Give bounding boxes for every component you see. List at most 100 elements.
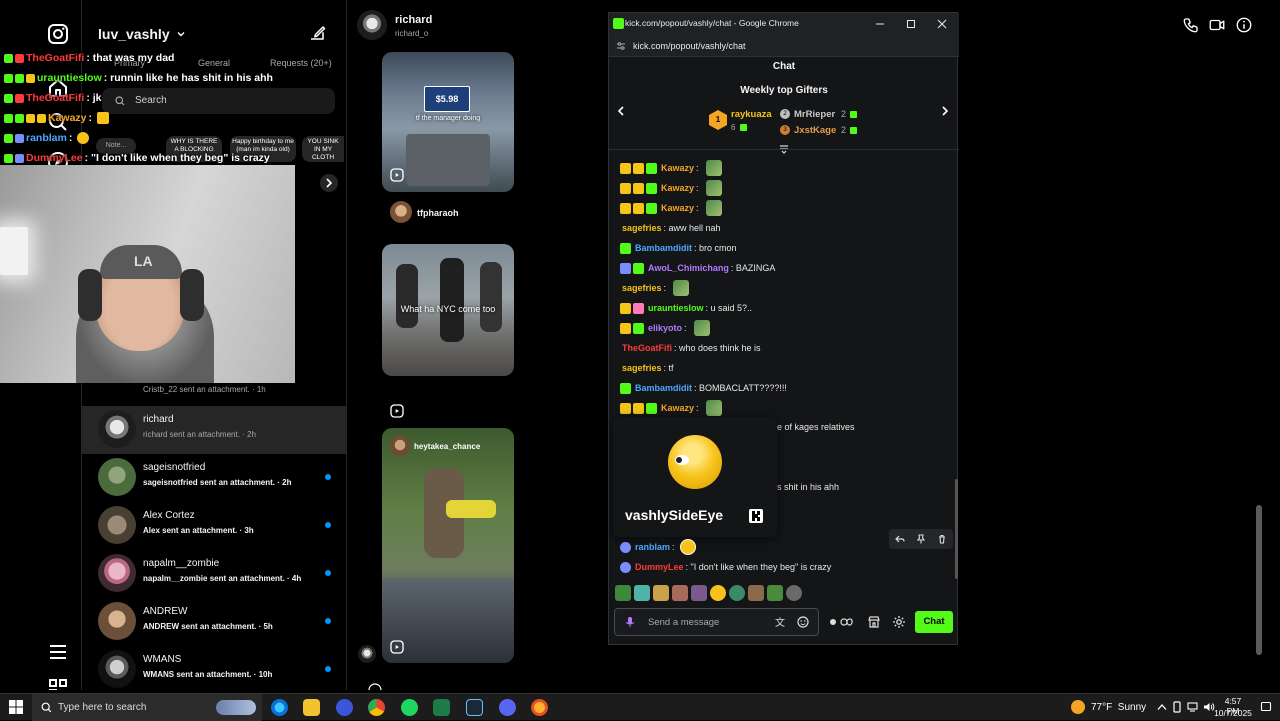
chat-username[interactable]: Bambamdidit — [635, 243, 692, 253]
chat-send-button[interactable]: Chat — [915, 611, 953, 633]
reel-author[interactable]: tfpharaoh — [417, 208, 459, 218]
instagram-icon[interactable] — [46, 22, 70, 46]
emote-button[interactable] — [691, 585, 707, 601]
scrollbar-thumb[interactable] — [955, 479, 958, 579]
steam-icon[interactable] — [466, 699, 483, 716]
minimize-icon[interactable] — [875, 19, 885, 29]
dm-row-sageisnotfried[interactable]: sageisnotfried sageisnotfried sent an at… — [82, 454, 346, 502]
emote-quick-bar — [615, 585, 815, 603]
chrome-icon[interactable] — [368, 699, 385, 716]
maximize-icon[interactable] — [906, 19, 916, 29]
avatar[interactable] — [390, 201, 412, 223]
video-call-icon[interactable] — [1208, 16, 1226, 34]
dm-name: richard — [143, 414, 174, 425]
vpn-icon[interactable] — [336, 699, 353, 716]
message-input-strip[interactable] — [357, 680, 1257, 690]
notification-icon[interactable] — [1260, 701, 1272, 713]
emote-button[interactable] — [786, 585, 802, 601]
emote-button[interactable] — [767, 585, 783, 601]
user-badge — [633, 402, 644, 414]
chat-username[interactable]: DummyLee — [635, 562, 684, 572]
chat-input[interactable]: Send a message 文 — [614, 608, 819, 636]
chat-username[interactable]: TheGoatFifi — [622, 343, 672, 353]
file-explorer-icon[interactable] — [303, 699, 320, 716]
excel-icon[interactable] — [433, 699, 450, 716]
chat-emote[interactable] — [705, 160, 722, 176]
battery-icon[interactable] — [1171, 701, 1183, 713]
delete-icon[interactable] — [937, 534, 947, 544]
gifter-name[interactable]: MrRieper — [794, 109, 835, 120]
chevron-right-icon[interactable] — [939, 105, 951, 117]
conversation-name[interactable]: richard — [395, 14, 432, 26]
spotify-icon[interactable] — [401, 699, 418, 716]
network-icon[interactable] — [1187, 701, 1199, 713]
edge-icon[interactable] — [271, 699, 288, 716]
reply-icon[interactable] — [895, 534, 905, 544]
info-icon[interactable] — [1235, 16, 1253, 34]
windows-start-icon[interactable] — [9, 700, 23, 714]
store-icon[interactable] — [867, 615, 881, 629]
chevron-up-icon[interactable] — [1157, 703, 1167, 711]
translate-icon[interactable]: 文 — [775, 616, 787, 628]
shared-reel[interactable]: heytakea_chance — [382, 428, 514, 663]
microphone-icon[interactable] — [624, 616, 636, 628]
emote-button[interactable] — [634, 585, 650, 601]
taskbar-search[interactable]: Type here to search — [32, 694, 262, 721]
dm-row-andrew[interactable]: ANDREW ANDREW sent an attachment. · 5h — [82, 598, 346, 646]
points-icon[interactable] — [829, 616, 853, 628]
account-switcher[interactable]: luv_vashly — [98, 26, 186, 42]
phone-icon[interactable] — [1182, 16, 1200, 34]
chat-emote[interactable] — [705, 400, 722, 416]
chat-emote[interactable] — [705, 200, 722, 216]
close-icon[interactable] — [937, 19, 947, 29]
pin-icon[interactable] — [916, 534, 926, 544]
emote-button[interactable] — [729, 585, 745, 601]
dm-row-richard[interactable]: richard richard sent an attachment. · 2h — [82, 406, 346, 454]
emoji-picker-icon[interactable] — [797, 616, 809, 628]
site-settings-icon[interactable] — [616, 41, 626, 51]
notes-next-button[interactable] — [320, 174, 338, 192]
chat-emote[interactable] — [673, 280, 690, 296]
url-bar[interactable]: kick.com/popout/vashly/chat — [609, 35, 959, 57]
chat-username[interactable]: urauntieslow — [648, 303, 704, 313]
chat-username[interactable]: sagefries — [622, 363, 662, 373]
dm-row-napalm-zombie[interactable]: napalm__zombie napalm__zombie sent an at… — [82, 550, 346, 598]
settings-gear-icon[interactable] — [892, 615, 906, 629]
weather-text[interactable]: 77°F Sunny — [1091, 702, 1146, 713]
chat-username[interactable]: Kawazy — [661, 163, 694, 173]
meta-icon[interactable] — [46, 676, 70, 690]
chat-username[interactable]: AwoL_Chimichang — [648, 263, 729, 273]
dm-row-wmans[interactable]: WMANS WMANS sent an attachment. · 10h — [82, 646, 346, 690]
emoji-icon[interactable] — [367, 682, 383, 690]
menu-icon[interactable] — [46, 640, 70, 664]
gifter-name[interactable]: JxstKage — [794, 125, 836, 136]
discord-icon[interactable] — [499, 699, 516, 716]
avatar[interactable] — [357, 10, 387, 40]
firefox-icon[interactable] — [531, 699, 548, 716]
emote-button[interactable] — [653, 585, 669, 601]
chat-username[interactable]: Kawazy — [661, 183, 694, 193]
chat-username[interactable]: sagefries — [622, 283, 662, 293]
emote-button[interactable] — [748, 585, 764, 601]
gifter-name[interactable]: raykuaza — [731, 109, 772, 120]
chat-username[interactable]: Bambamdidit — [635, 383, 692, 393]
chat-username[interactable]: sagefries — [622, 223, 662, 233]
chevron-left-icon[interactable] — [615, 105, 627, 117]
emote-button[interactable] — [615, 585, 631, 601]
chat-username[interactable]: ranblam — [635, 542, 670, 552]
chat-username[interactable]: Kawazy — [661, 203, 694, 213]
chat-username[interactable]: Kawazy — [661, 403, 694, 413]
chat-username[interactable]: elikyoto — [648, 323, 682, 333]
dm-row-alex-cortez[interactable]: Alex Cortez Alex sent an attachment. · 3… — [82, 502, 346, 550]
side-eye-emote[interactable] — [679, 539, 696, 555]
emote-button[interactable] — [672, 585, 688, 601]
chat-emote[interactable] — [705, 180, 722, 196]
new-message-icon[interactable] — [308, 24, 326, 42]
clock-date[interactable]: 10/7/2025 — [1214, 708, 1252, 718]
shared-reel[interactable]: What ha NYC come too — [382, 244, 514, 376]
chat-emote[interactable] — [693, 320, 710, 336]
note-bubble[interactable]: YOU SINK IN MY CLOTH — [302, 136, 344, 162]
scrollbar-thumb[interactable] — [1256, 505, 1262, 655]
emote-button[interactable] — [710, 585, 726, 601]
window-titlebar[interactable]: kick.com/popout/vashly/chat - Google Chr… — [609, 13, 959, 35]
